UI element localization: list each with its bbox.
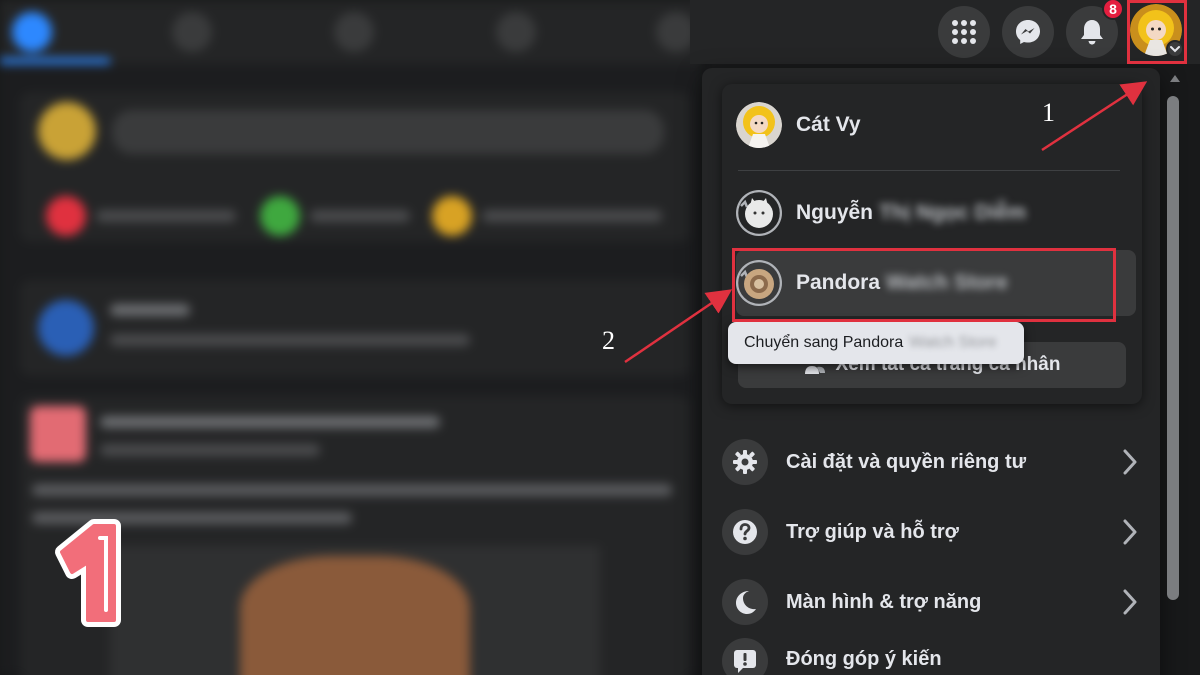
moon-icon [736, 591, 756, 614]
step-number-badge-icon [55, 519, 121, 627]
profile-divider [738, 170, 1120, 171]
menu-item-display-accessibility[interactable]: Màn hình & trợ năng [722, 572, 1142, 632]
feedback-icon [734, 650, 756, 673]
chevron-right-icon [1123, 519, 1137, 545]
notifications-button[interactable]: 8 [1066, 0, 1124, 58]
profile-row-nguyen[interactable]: Nguyễn Thị Ngọc Diễm [736, 180, 1136, 246]
messenger-button[interactable] [1002, 6, 1054, 58]
annotation-step-2: 2 [602, 326, 615, 355]
tooltip-text-blurred: Watch Store [909, 334, 997, 351]
current-profile-name: Cát Vy [796, 113, 861, 136]
profile-name-visible: Nguyễn [796, 201, 874, 224]
menu-grid-button[interactable] [938, 6, 990, 58]
tooltip-text: Chuyển sang Pandora [744, 334, 904, 351]
avatar-sunflower-icon [736, 102, 782, 148]
profile-name-nguyen: Nguyễn Thị Ngọc Diễm [796, 201, 1026, 225]
current-profile-row[interactable]: Cát Vy [736, 92, 1136, 158]
grid-icon [952, 20, 976, 44]
profile-avatar-nguyen [736, 190, 782, 236]
menu-label: Màn hình & trợ năng [786, 590, 982, 613]
switch-profile-cat-icon [736, 190, 782, 236]
menu-label: Đóng góp ý kiến [786, 648, 942, 670]
annotation-box-avatar [1127, 0, 1187, 64]
annotation-step-1: 1 [1042, 98, 1055, 127]
feed-top-nav [0, 0, 700, 64]
annotation-box-pandora [732, 248, 1116, 322]
menu-label: Cài đặt và quyền riêng tư [786, 450, 1027, 473]
switch-profile-tooltip: Chuyển sang Pandora Watch Store [728, 322, 1024, 364]
menu-item-feedback[interactable]: Đóng góp ý kiến [722, 638, 1142, 675]
menu-label: Trợ giúp và hỗ trợ [786, 520, 959, 543]
scroll-up-arrow-icon[interactable] [1168, 72, 1182, 84]
bell-icon [1081, 20, 1103, 45]
chevron-right-icon [1123, 589, 1137, 615]
gear-icon [733, 450, 757, 474]
menu-item-help-support[interactable]: Trợ giúp và hỗ trợ [722, 502, 1142, 562]
messenger-icon [1016, 20, 1040, 44]
menu-item-settings-privacy[interactable]: Cài đặt và quyền riêng tư [722, 432, 1142, 492]
current-profile-avatar [736, 102, 782, 148]
question-icon [733, 520, 757, 544]
screenshot-stage: 8 Cát Vy Nguyễn Thị Ngọc Diễm Pandora Wa… [0, 0, 1200, 675]
profile-name-blurred: Thị Ngọc Diễm [879, 201, 1027, 224]
scrollbar-thumb[interactable] [1167, 96, 1179, 600]
chevron-right-icon [1123, 449, 1137, 475]
